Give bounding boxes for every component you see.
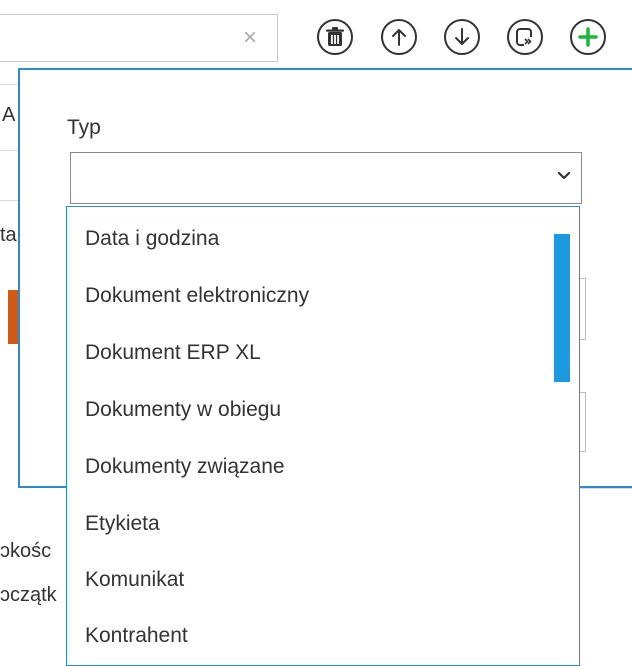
bg-divider (0, 150, 18, 151)
trash-icon (326, 27, 344, 46)
dropdown-scrollbar-thumb[interactable] (554, 234, 570, 382)
document-export-icon (516, 28, 534, 46)
type-select[interactable] (70, 152, 582, 204)
bg-text-fragment: ɔkośc (0, 540, 52, 562)
type-dropdown-list[interactable]: Data i godzina Dokument elektroniczny Do… (66, 206, 580, 666)
plus-icon (578, 27, 598, 47)
dropdown-option[interactable]: Kontrahent (85, 624, 188, 648)
move-up-button[interactable] (381, 19, 417, 55)
dropdown-option[interactable]: Komunikat (85, 568, 184, 592)
dropdown-option[interactable]: Dokument ERP XL (85, 341, 261, 365)
type-label: Typ (67, 116, 101, 139)
bg-divider (0, 200, 18, 201)
clear-search-icon[interactable]: × (236, 24, 264, 52)
add-button[interactable] (570, 19, 606, 55)
delete-button[interactable] (317, 19, 353, 55)
bg-text-fragment: ta (0, 224, 17, 246)
dropdown-option[interactable]: Etykieta (85, 512, 160, 536)
dropdown-option[interactable]: Dokumenty związane (85, 455, 285, 479)
bg-text-fragment: ɔczątk (0, 584, 57, 606)
bg-divider (580, 488, 632, 489)
dropdown-option[interactable]: Dokumenty w obiegu (85, 398, 281, 422)
arrow-up-icon (392, 29, 406, 46)
export-button[interactable] (507, 19, 543, 55)
move-down-button[interactable] (444, 19, 480, 55)
bg-accent-bar (8, 290, 18, 344)
chevron-down-icon[interactable] (554, 166, 574, 186)
dropdown-option[interactable]: Data i godzina (85, 227, 219, 251)
bg-divider (0, 84, 18, 85)
dropdown-option[interactable]: Dokument elektroniczny (85, 284, 309, 308)
bg-text-fragment: A (2, 104, 16, 126)
arrow-down-icon (455, 28, 469, 45)
